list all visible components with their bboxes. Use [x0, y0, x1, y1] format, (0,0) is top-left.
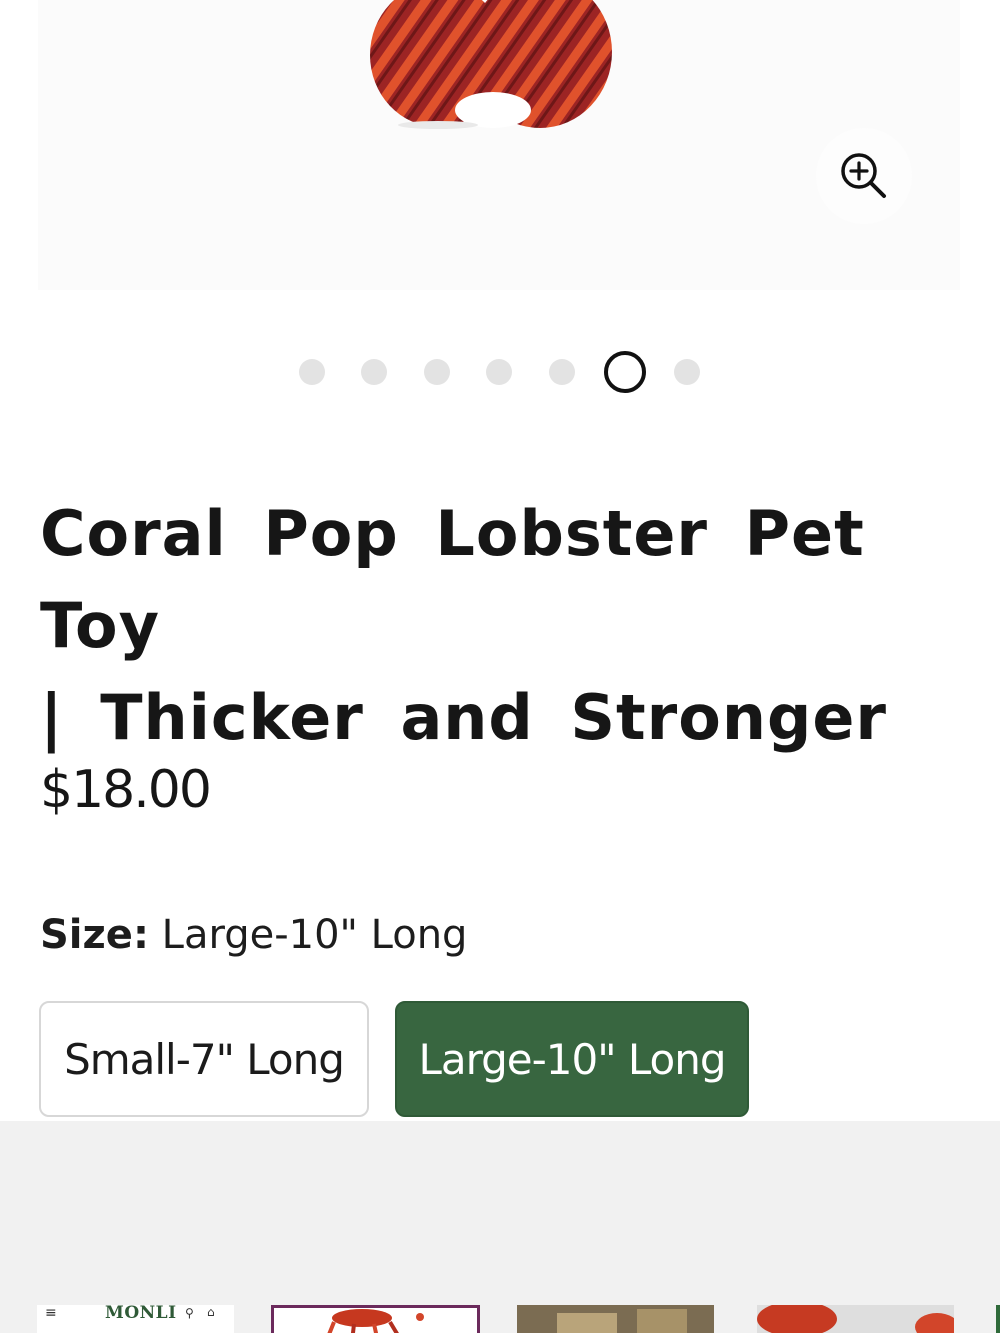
search-icon: ⚲	[185, 1306, 194, 1320]
thumbnail-5[interactable]	[996, 1305, 1000, 1333]
hamburger-menu-icon: ≡	[45, 1305, 57, 1321]
gallery-dot-1[interactable]	[299, 359, 325, 385]
product-title-line-2: | Thicker and Stronger	[40, 681, 887, 754]
mini-logo: MONLI	[105, 1305, 177, 1323]
selected-size-value: Large-10" Long	[161, 912, 468, 958]
gallery-dot-3[interactable]	[424, 359, 450, 385]
lobster-thumb-image	[327, 1309, 424, 1333]
zoom-in-icon	[841, 153, 886, 198]
size-option-large-selected[interactable]: Large-10" Long	[395, 1001, 749, 1117]
gallery-dot-2[interactable]	[361, 359, 387, 385]
size-option-small[interactable]: Small-7" Long	[39, 1001, 369, 1117]
product-title: Coral Pop Lobster Pet Toy | Thicker and …	[40, 488, 940, 764]
thumbnail-3-image	[517, 1305, 714, 1333]
gallery-dot-4[interactable]	[486, 359, 512, 385]
size-selector-label: Size: Large-10" Long	[40, 912, 467, 958]
product-price: $18.00	[40, 760, 212, 820]
gallery-pagination	[0, 350, 1000, 396]
thumbnail-strip: ≡ MONLI ⚲ ⌂	[0, 1121, 1000, 1333]
thumbnail-4[interactable]	[757, 1305, 954, 1333]
size-label: Size	[40, 912, 133, 958]
zoom-button[interactable]	[816, 128, 912, 224]
size-label-colon: :	[132, 912, 149, 958]
thumbnail-4-image	[757, 1305, 954, 1333]
shopping-bag-icon: ⌂	[207, 1305, 215, 1319]
gallery-dot-7[interactable]	[674, 359, 700, 385]
thumbnail-3[interactable]	[517, 1305, 714, 1333]
gallery-dot-6-active[interactable]	[604, 351, 646, 393]
thumbnail-2-selected[interactable]	[271, 1305, 480, 1333]
product-title-line-1: Coral Pop Lobster Pet Toy	[40, 497, 865, 662]
gallery-dot-5[interactable]	[549, 359, 575, 385]
thumbnail-1[interactable]: ≡ MONLI ⚲ ⌂	[37, 1305, 234, 1333]
product-image[interactable]	[38, 0, 960, 290]
lobster-toy-image	[370, 0, 612, 129]
